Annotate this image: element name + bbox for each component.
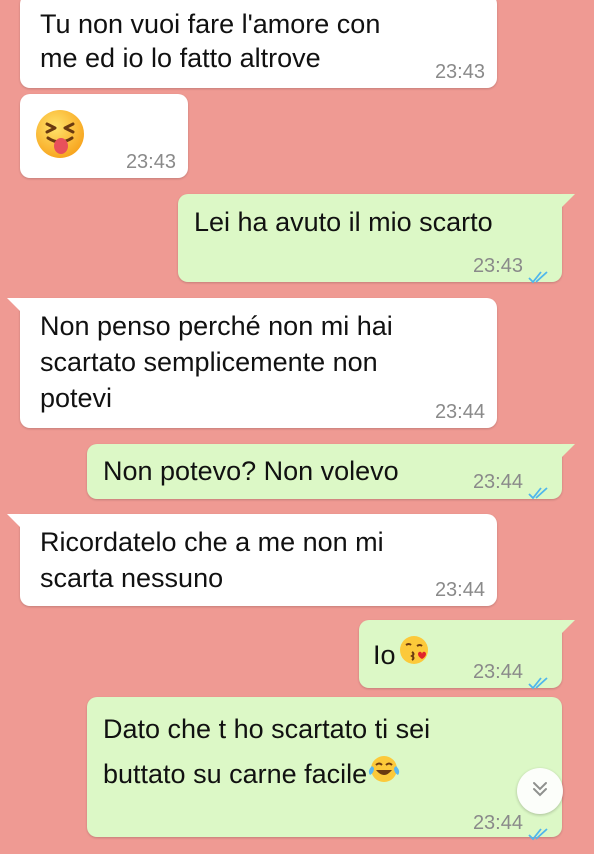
message-text-line: Lei ha avuto il mio scarto <box>194 207 493 237</box>
message-text-line: Ricordatelo che a me non mi <box>40 527 384 557</box>
incoming-message-bubble[interactable]: Tu non vuoi fare l'amore con me ed io lo… <box>20 0 497 88</box>
outgoing-message-bubble[interactable]: Lei ha avuto il mio scarto 23:43 <box>178 194 575 285</box>
message-time: 23:43 <box>434 61 485 83</box>
message-meta: 23:44 <box>473 464 550 501</box>
message-time: 23:44 <box>472 812 523 834</box>
message-time: 23:43 <box>125 151 176 173</box>
message-text: Io <box>373 639 396 670</box>
message-text-line: buttato su carne facile <box>103 753 401 795</box>
message-text-line: me ed io lo fatto altrove <box>40 43 321 73</box>
message-text-line: Io <box>373 634 430 676</box>
face-blowing-a-kiss-icon <box>398 634 430 676</box>
double-check-icon <box>528 666 550 689</box>
message-text: buttato su carne facile <box>103 758 368 789</box>
outgoing-message-bubble[interactable]: Non potevo? Non volevo 23:44 <box>87 444 575 501</box>
message-meta: 23:43 <box>435 54 485 91</box>
scroll-to-bottom-button[interactable] <box>517 768 563 814</box>
message-text-line: potevi <box>40 383 113 413</box>
incoming-message-bubble[interactable]: Ricordatelo che a me non mi scarta nessu… <box>7 514 497 609</box>
message-text-line: Non potevo? Non volevo <box>103 456 399 486</box>
message-text-line: scartato semplicemente non <box>40 347 378 377</box>
message-text-line: Tu non vuoi fare l'amore con <box>40 9 381 39</box>
outgoing-message-bubble[interactable]: Io 23:44 <box>359 620 575 691</box>
message-text-line: Non penso perché non mi hai <box>40 311 393 341</box>
double-check-icon <box>528 817 550 840</box>
message-time: 23:44 <box>434 579 485 601</box>
message-time: 23:43 <box>472 255 523 277</box>
message-meta: 23:44 <box>435 572 485 609</box>
squinting-face-with-tongue-icon <box>34 108 86 170</box>
incoming-message-bubble[interactable]: 23:43 <box>20 94 188 178</box>
chevron-double-down-icon <box>530 779 550 804</box>
double-check-icon <box>528 260 550 283</box>
outgoing-message-bubble[interactable]: Dato che t ho scartato ti sei buttato su… <box>87 697 562 840</box>
message-time: 23:44 <box>472 661 523 683</box>
message-meta: 23:44 <box>435 394 485 431</box>
message-time: 23:44 <box>434 401 485 423</box>
message-meta: 23:43 <box>126 144 176 181</box>
incoming-message-bubble[interactable]: Non penso perché non mi hai scartato sem… <box>7 298 497 431</box>
message-meta: 23:44 <box>473 654 550 691</box>
message-meta: 23:43 <box>473 248 550 285</box>
face-with-tears-of-joy-icon <box>367 753 401 795</box>
double-check-icon <box>528 476 550 499</box>
message-text-line: scarta nessuno <box>40 563 224 593</box>
message-time: 23:44 <box>472 471 523 493</box>
message-text-line: Dato che t ho scartato ti sei <box>103 714 431 744</box>
